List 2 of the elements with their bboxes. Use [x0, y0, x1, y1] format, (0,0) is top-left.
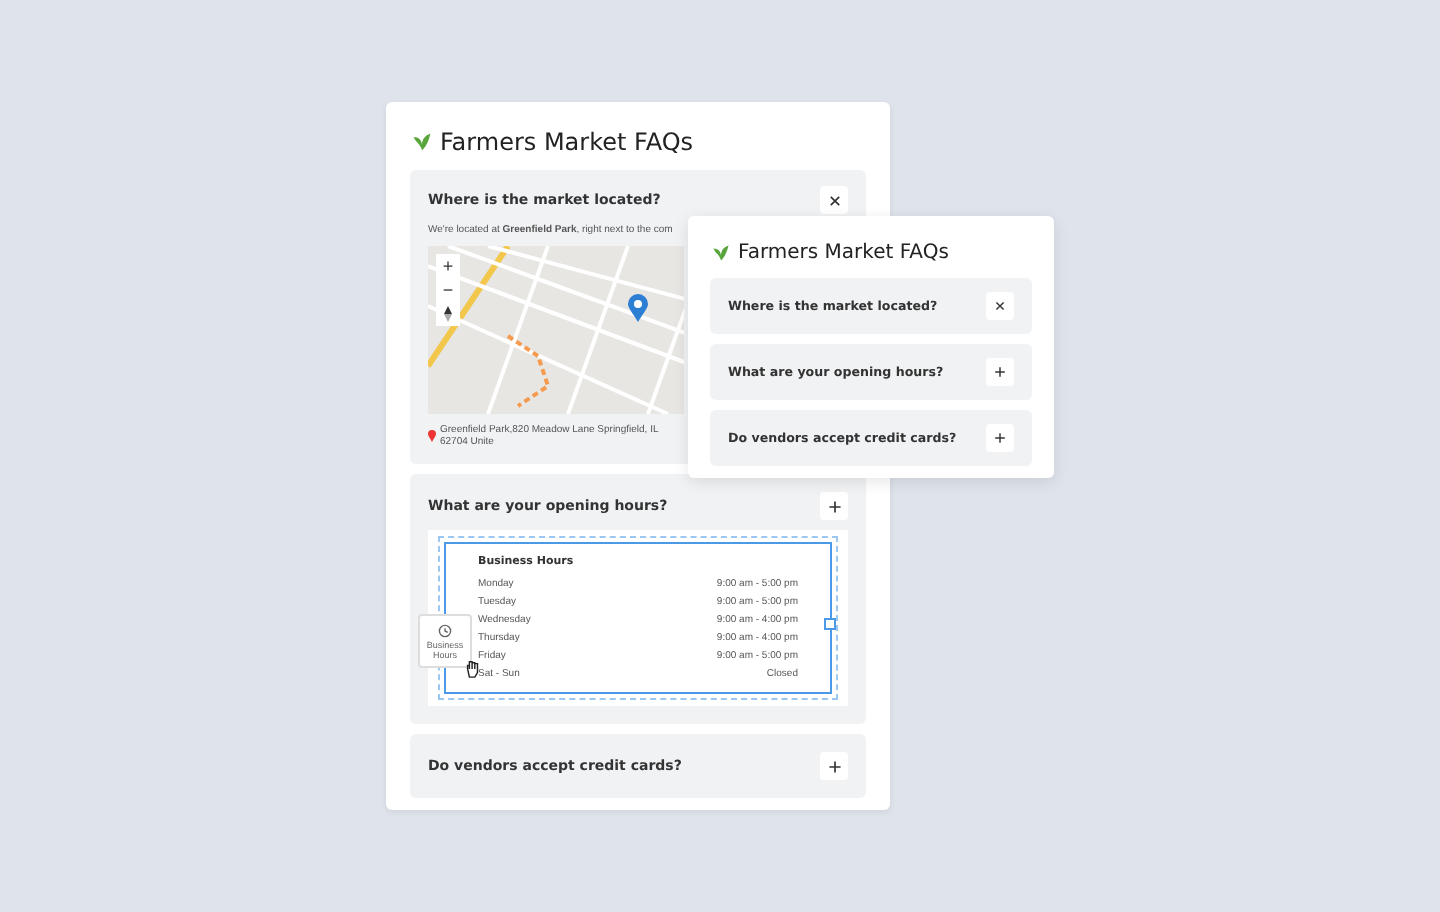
widget-title: Farmers Market FAQs: [738, 242, 949, 264]
widget-title: Farmers Market FAQs: [440, 128, 694, 156]
